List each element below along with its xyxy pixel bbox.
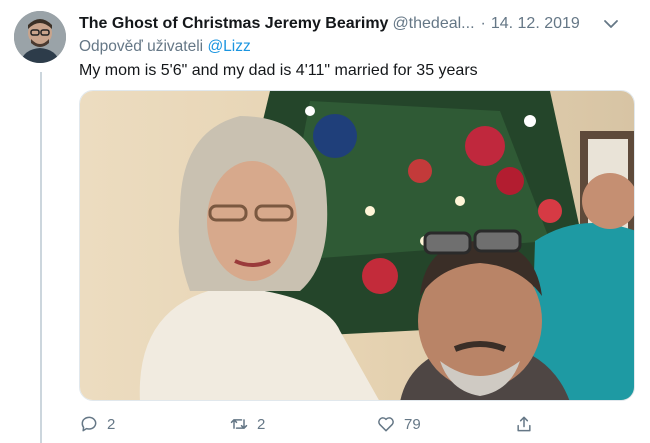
like-button[interactable]: 79 <box>376 412 421 436</box>
chevron-down-icon[interactable] <box>601 14 621 34</box>
thread-line <box>40 72 42 443</box>
like-count: 79 <box>404 415 421 433</box>
tweet-date[interactable]: 14. 12. 2019 <box>491 15 580 33</box>
retweet-count: 2 <box>257 415 266 433</box>
reply-icon <box>81 416 97 432</box>
reply-context: Odpověď uživateli @Lizz <box>79 38 251 56</box>
photo-image <box>80 91 634 400</box>
avatar-image <box>14 11 66 63</box>
tweet-photo[interactable] <box>79 90 635 401</box>
separator-dot: · <box>480 15 486 32</box>
action-bar: 2 2 79 <box>79 412 549 436</box>
reply-prefix: Odpověď uživateli <box>79 38 204 55</box>
share-icon <box>517 416 531 432</box>
retweet-button[interactable]: 2 <box>229 412 265 436</box>
reply-mention-link[interactable]: @Lizz <box>207 38 250 55</box>
author-handle[interactable]: @thedeal... <box>392 15 474 33</box>
tweet-text: My mom is 5'6" and my dad is 4'11" marri… <box>79 62 478 79</box>
avatar[interactable] <box>14 11 66 63</box>
tweet-header: The Ghost of Christmas Jeremy Bearimy @t… <box>79 14 639 34</box>
reply-count: 2 <box>107 415 116 433</box>
like-icon <box>378 417 394 432</box>
author-name[interactable]: The Ghost of Christmas Jeremy Bearimy <box>79 15 388 33</box>
share-button[interactable] <box>514 412 534 436</box>
reply-button[interactable]: 2 <box>79 412 115 436</box>
retweet-icon <box>230 419 248 429</box>
